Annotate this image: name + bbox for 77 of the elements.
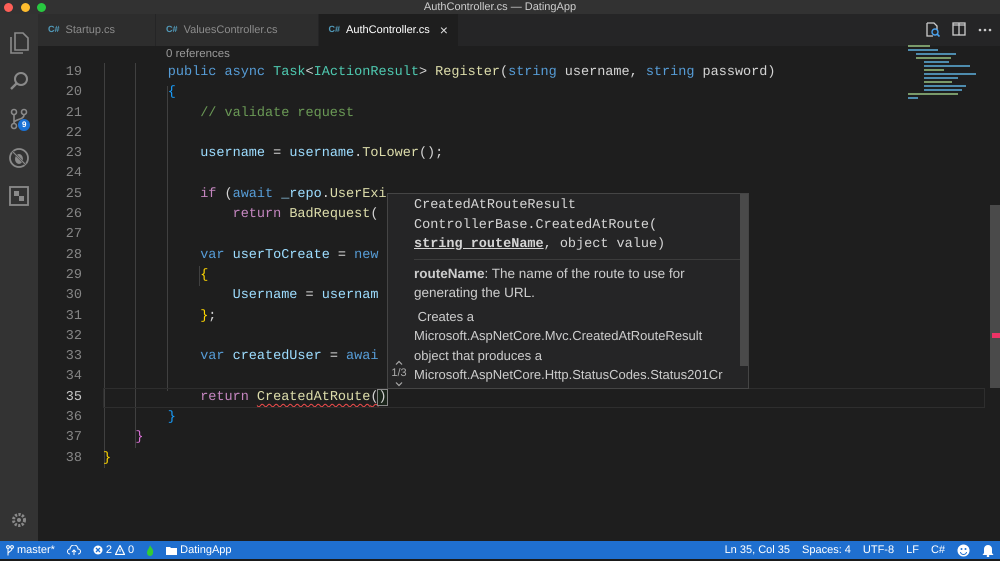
code-line: }; bbox=[199, 308, 216, 326]
bell-icon[interactable] bbox=[982, 544, 994, 556]
line-number: 24 bbox=[64, 165, 82, 184]
overload-counter: 1/3 bbox=[391, 366, 407, 381]
codelens-text[interactable]: 0 references bbox=[38, 46, 1000, 63]
line-number: 29 bbox=[64, 266, 82, 285]
error-icon bbox=[92, 545, 103, 555]
close-icon[interactable]: × bbox=[440, 23, 448, 37]
editor-tab[interactable]: C# Startup.cs bbox=[38, 14, 156, 46]
debug-icon[interactable] bbox=[8, 147, 30, 169]
code-line: { bbox=[166, 84, 176, 102]
line-number: 33 bbox=[64, 348, 82, 366]
code-line: } bbox=[166, 409, 176, 428]
editor-tab[interactable]: C# ValuesController.cs bbox=[156, 14, 319, 46]
line-number: 37 bbox=[64, 429, 82, 448]
explorer-icon[interactable] bbox=[9, 32, 29, 54]
code-line: Username = usernam bbox=[232, 287, 378, 306]
code-line: return BadRequest( bbox=[232, 206, 378, 224]
code-line: var createdUser = awai bbox=[199, 348, 378, 366]
line-number: 36 bbox=[64, 409, 82, 428]
code-line: return CreatedAtRoute() bbox=[199, 388, 387, 407]
code-line: } bbox=[102, 450, 112, 468]
branch-icon bbox=[6, 544, 14, 556]
folder-icon bbox=[166, 546, 178, 554]
chevron-down-icon[interactable] bbox=[395, 382, 403, 386]
window-title: AuthController.cs — DatingApp bbox=[424, 1, 576, 13]
code-line: public async Task<IActionResult> Register(string username, string password) bbox=[166, 64, 776, 82]
notification-badge: 9 bbox=[18, 119, 30, 131]
line-number: 26 bbox=[64, 206, 82, 224]
line-number: 32 bbox=[64, 328, 82, 346]
branch-status[interactable]: master* bbox=[6, 542, 55, 558]
method-description: Creates a Microsoft.AspNetCore.Mvc.CreatedAtRouteResult object that produces a Microsoft.AspNetCore.Http.StatusCodes.Status201Cr bbox=[414, 308, 723, 384]
error-marker bbox=[992, 333, 1000, 338]
status-item[interactable]: Spaces: 4 bbox=[802, 542, 851, 558]
scrollbar[interactable] bbox=[990, 205, 1000, 388]
code-line: var userToCreate = new bbox=[199, 246, 378, 265]
line-number: 34 bbox=[64, 368, 82, 386]
line-number: 35 bbox=[64, 388, 82, 407]
search-icon[interactable] bbox=[9, 71, 29, 91]
line-number: 38 bbox=[64, 450, 82, 468]
line-number: 30 bbox=[64, 287, 82, 306]
parameter-description: routeName: The name of the route to use for generating the URL. bbox=[414, 264, 686, 302]
line-number: 22 bbox=[64, 124, 82, 143]
status-item[interactable]: Ln 35, Col 35 bbox=[724, 542, 790, 558]
status-item[interactable]: LF bbox=[906, 542, 919, 558]
status-item[interactable]: UTF-8 bbox=[862, 542, 894, 558]
code-line: if (await _repo.UserExi bbox=[199, 186, 387, 204]
warning-icon bbox=[115, 545, 126, 555]
cloud-upload-icon[interactable] bbox=[66, 545, 81, 555]
line-number: 27 bbox=[64, 226, 82, 244]
code-line: { bbox=[199, 266, 208, 285]
status-item[interactable]: C# bbox=[930, 542, 945, 558]
csharp-icon: C# bbox=[328, 23, 340, 37]
line-number: 31 bbox=[64, 308, 82, 326]
chevron-up-icon[interactable] bbox=[395, 360, 403, 365]
folder-status[interactable]: DatingApp bbox=[166, 542, 232, 558]
minimap-drawing bbox=[906, 42, 976, 102]
extensions-icon[interactable] bbox=[9, 186, 29, 206]
preview-icon[interactable] bbox=[925, 22, 940, 37]
split-editor-icon[interactable] bbox=[952, 22, 966, 36]
line-number: 20 bbox=[64, 84, 82, 102]
problems-status[interactable]: 2 0 bbox=[92, 542, 134, 558]
code-line: username = username.ToLower(); bbox=[199, 145, 444, 164]
line-number: 23 bbox=[64, 145, 82, 164]
line-number: 21 bbox=[64, 104, 82, 123]
line-number: 28 bbox=[64, 246, 82, 265]
editor-tab[interactable]: C# AuthController.cs × bbox=[318, 14, 459, 46]
code-line: } bbox=[134, 429, 144, 448]
csharp-icon: C# bbox=[48, 23, 60, 37]
smiley-icon[interactable] bbox=[957, 544, 970, 556]
line-number: 19 bbox=[64, 64, 82, 82]
csharp-icon: C# bbox=[166, 23, 178, 37]
source-control-icon[interactable] bbox=[9, 108, 29, 130]
code-line: // validate request bbox=[199, 104, 354, 123]
settings-icon[interactable] bbox=[10, 511, 28, 529]
line-number: 25 bbox=[64, 186, 82, 204]
scrollbar[interactable] bbox=[740, 194, 748, 366]
